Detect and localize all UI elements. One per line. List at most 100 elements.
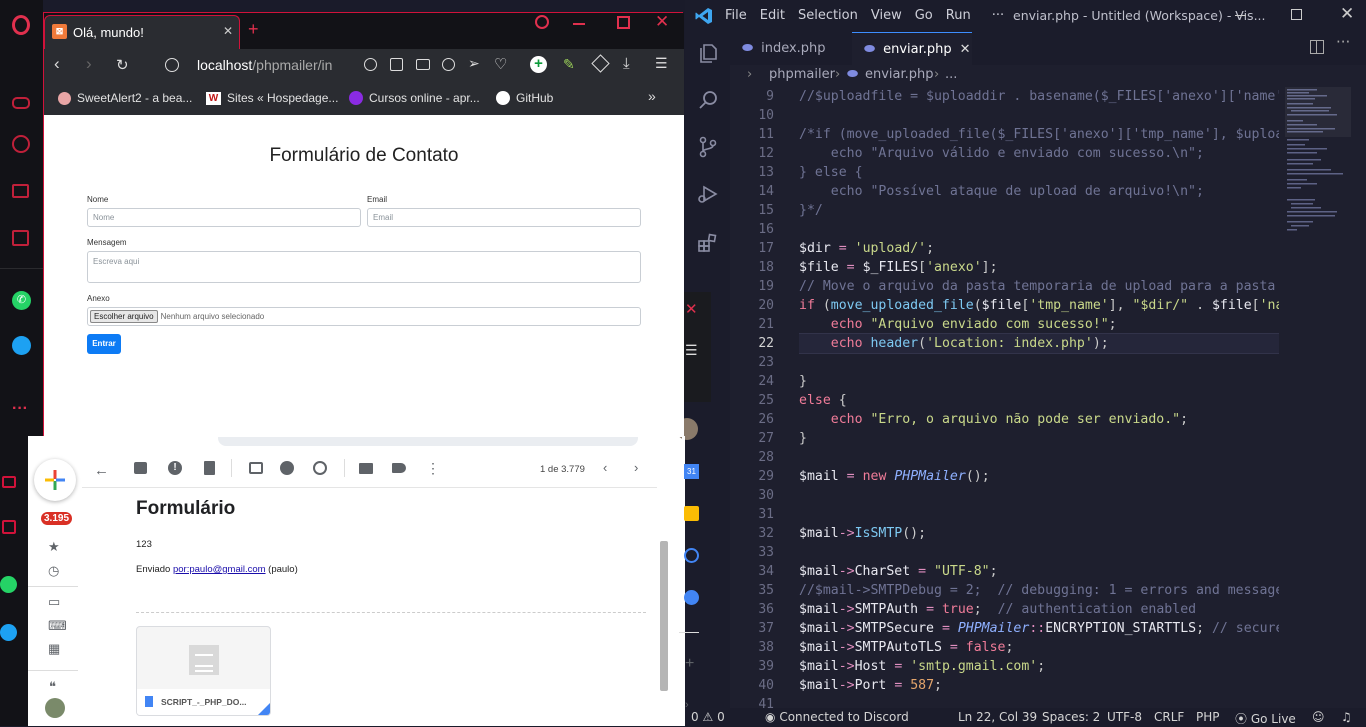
mark-unread-icon[interactable] — [249, 462, 263, 474]
zoom-icon[interactable] — [364, 58, 377, 71]
code-line[interactable]: $mail->CharSet = "UTF-8"; — [799, 562, 1279, 581]
code-line[interactable]: } else { — [799, 163, 1279, 182]
whatsapp-icon[interactable] — [0, 576, 17, 593]
menu-edit[interactable]: Edit — [760, 8, 785, 23]
twitch-icon[interactable] — [12, 230, 29, 246]
back-arrow-icon[interactable]: ‹ — [54, 54, 60, 74]
heart-icon[interactable]: ♡ — [494, 55, 507, 73]
explorer-icon[interactable] — [696, 41, 720, 65]
tab-enviar-php[interactable]: ⬬ enviar.php ✕ — [852, 32, 972, 65]
clock-icon[interactable]: ◷ — [48, 563, 59, 579]
source-control-icon[interactable] — [696, 135, 720, 159]
gmail-search-bar[interactable] — [218, 436, 638, 446]
search-tabs-icon[interactable] — [535, 15, 549, 29]
twitch-icon[interactable] — [2, 520, 16, 534]
breadcrumb-file[interactable]: enviar.php — [865, 67, 934, 82]
menu-run[interactable]: Run — [946, 8, 971, 23]
code-line[interactable] — [799, 486, 1279, 505]
extension-icon[interactable]: ✎ — [563, 56, 575, 73]
opera-logo-icon[interactable] — [12, 15, 30, 35]
easy-setup-icon[interactable]: ☰ — [655, 55, 668, 72]
bookmark-hospedagem[interactable]: W Sites « Hospedage... — [206, 91, 338, 105]
settings-icon[interactable]: ☰ — [685, 342, 698, 359]
code-line[interactable]: /*if (move_uploaded_file($_FILES['anexo'… — [799, 125, 1279, 144]
minimap[interactable] — [1285, 87, 1355, 247]
notifications-icon[interactable]: ♫ — [1341, 710, 1352, 724]
email-field[interactable]: Email — [367, 208, 641, 227]
name-field[interactable]: Nome — [87, 208, 361, 227]
code-line[interactable]: $mail->Host = 'smtp.gmail.com'; — [799, 657, 1279, 676]
minimize-icon[interactable] — [1235, 15, 1246, 16]
code-line[interactable] — [799, 505, 1279, 524]
delete-icon[interactable] — [204, 461, 215, 475]
menu-go[interactable]: Go — [915, 8, 933, 23]
code-line[interactable]: echo "Erro, o arquivo não pode ser envia… — [799, 410, 1279, 429]
star-icon[interactable]: ★ — [48, 539, 60, 555]
inbox-unread-badge[interactable]: 3.195 — [41, 512, 73, 525]
message-field[interactable]: Escreva aqui — [87, 251, 641, 283]
code-line[interactable] — [799, 353, 1279, 372]
download-icon[interactable]: ⤓ — [623, 55, 630, 72]
file-input[interactable]: Escolher arquivo Nenhum arquivo selecion… — [87, 307, 641, 326]
code-line[interactable] — [799, 448, 1279, 467]
code-line[interactable]: $mail->SMTPAuth = true; // authenticatio… — [799, 600, 1279, 619]
video-icon[interactable]: ▭ — [48, 594, 60, 610]
adblock-icon[interactable] — [442, 58, 455, 71]
code-line[interactable]: $mail = new PHPMailer(); — [799, 467, 1279, 486]
label-icon[interactable] — [392, 463, 406, 473]
edit-icon[interactable] — [390, 58, 403, 71]
bookmark-sweetalert[interactable]: SweetAlert2 - a bea... — [58, 91, 192, 105]
add-task-icon[interactable] — [313, 461, 327, 475]
compose-button[interactable] — [34, 459, 76, 501]
keyboard-icon[interactable]: ▦ — [48, 641, 60, 657]
tab-index-php[interactable]: ⬬ index.php — [730, 32, 852, 65]
menu-selection[interactable]: Selection — [798, 8, 858, 23]
maximize-icon[interactable] — [617, 16, 630, 29]
bookmark-cursos[interactable]: Cursos online - apr... — [349, 91, 480, 105]
code-line[interactable]: if (move_uploaded_file($file['tmp_name']… — [799, 296, 1279, 315]
code-line[interactable]: echo "Arquivo válido e enviado com suces… — [799, 144, 1279, 163]
reload-icon[interactable]: ↻ — [116, 56, 129, 74]
code-line[interactable]: echo "Possível ataque de upload de arqui… — [799, 182, 1279, 201]
browser-tab-active[interactable]: ⊠ Olá, mundo! ✕ — [44, 15, 240, 49]
code-line[interactable]: } — [799, 372, 1279, 391]
keep-icon[interactable] — [684, 506, 699, 521]
more-icon[interactable]: ··· — [12, 400, 28, 418]
speedometer-icon[interactable] — [12, 135, 30, 153]
keyboard-icon[interactable]: ⌨ — [48, 618, 67, 634]
breadcrumb-folder[interactable]: phpmailer — [769, 67, 835, 82]
extension-add-icon[interactable]: + — [530, 56, 547, 73]
minimize-icon[interactable] — [573, 23, 585, 25]
tasks-icon[interactable] — [684, 548, 699, 563]
calendar-icon[interactable]: 31 — [684, 464, 699, 479]
tab-close-icon[interactable]: ✕ — [223, 24, 233, 38]
close-icon[interactable]: ✕ — [685, 300, 698, 318]
more-options-icon[interactable]: ⋮ — [426, 460, 440, 477]
new-tab-icon[interactable]: + — [248, 19, 259, 40]
code-line[interactable]: echo "Arquivo enviado com sucesso!"; — [799, 315, 1279, 334]
briefcase-icon[interactable] — [2, 476, 16, 488]
menu-file[interactable]: File — [725, 8, 747, 23]
breadcrumb-more[interactable]: ... — [945, 67, 957, 82]
close-icon[interactable]: ✕ — [1340, 4, 1354, 24]
hangouts-icon[interactable]: ❝ — [49, 679, 56, 695]
code-line[interactable]: //$mail->SMTPDebug = 2; // debugging: 1 … — [799, 581, 1279, 600]
sender-email-link[interactable]: por:paulo@gmail.com — [173, 564, 266, 575]
extensions-icon[interactable] — [696, 231, 720, 255]
account-icon[interactable]: ☺ — [1312, 710, 1325, 724]
go-live-button[interactable]: ⦿ Go Live — [1235, 710, 1296, 727]
avatar[interactable] — [45, 698, 65, 718]
submit-button[interactable]: Entrar — [87, 334, 121, 354]
forward-arrow-icon[interactable]: › — [86, 54, 92, 74]
archive-icon[interactable] — [134, 462, 147, 474]
contacts-icon[interactable] — [684, 590, 699, 605]
attachment-card[interactable]: SCRIPT_-_PHP_DO... — [136, 626, 271, 716]
choose-file-button[interactable]: Escolher arquivo — [90, 310, 158, 323]
encoding[interactable]: UTF-8 — [1107, 710, 1142, 724]
add-app-icon[interactable]: + — [685, 655, 694, 673]
more-bookmarks-icon[interactable]: » — [648, 88, 656, 104]
chevron-left-icon[interactable]: ‹ — [603, 460, 607, 475]
twitter-icon[interactable] — [12, 336, 31, 355]
code-line[interactable]: echo header('Location: index.php'); — [799, 333, 1279, 354]
twitter-icon[interactable] — [0, 624, 17, 641]
